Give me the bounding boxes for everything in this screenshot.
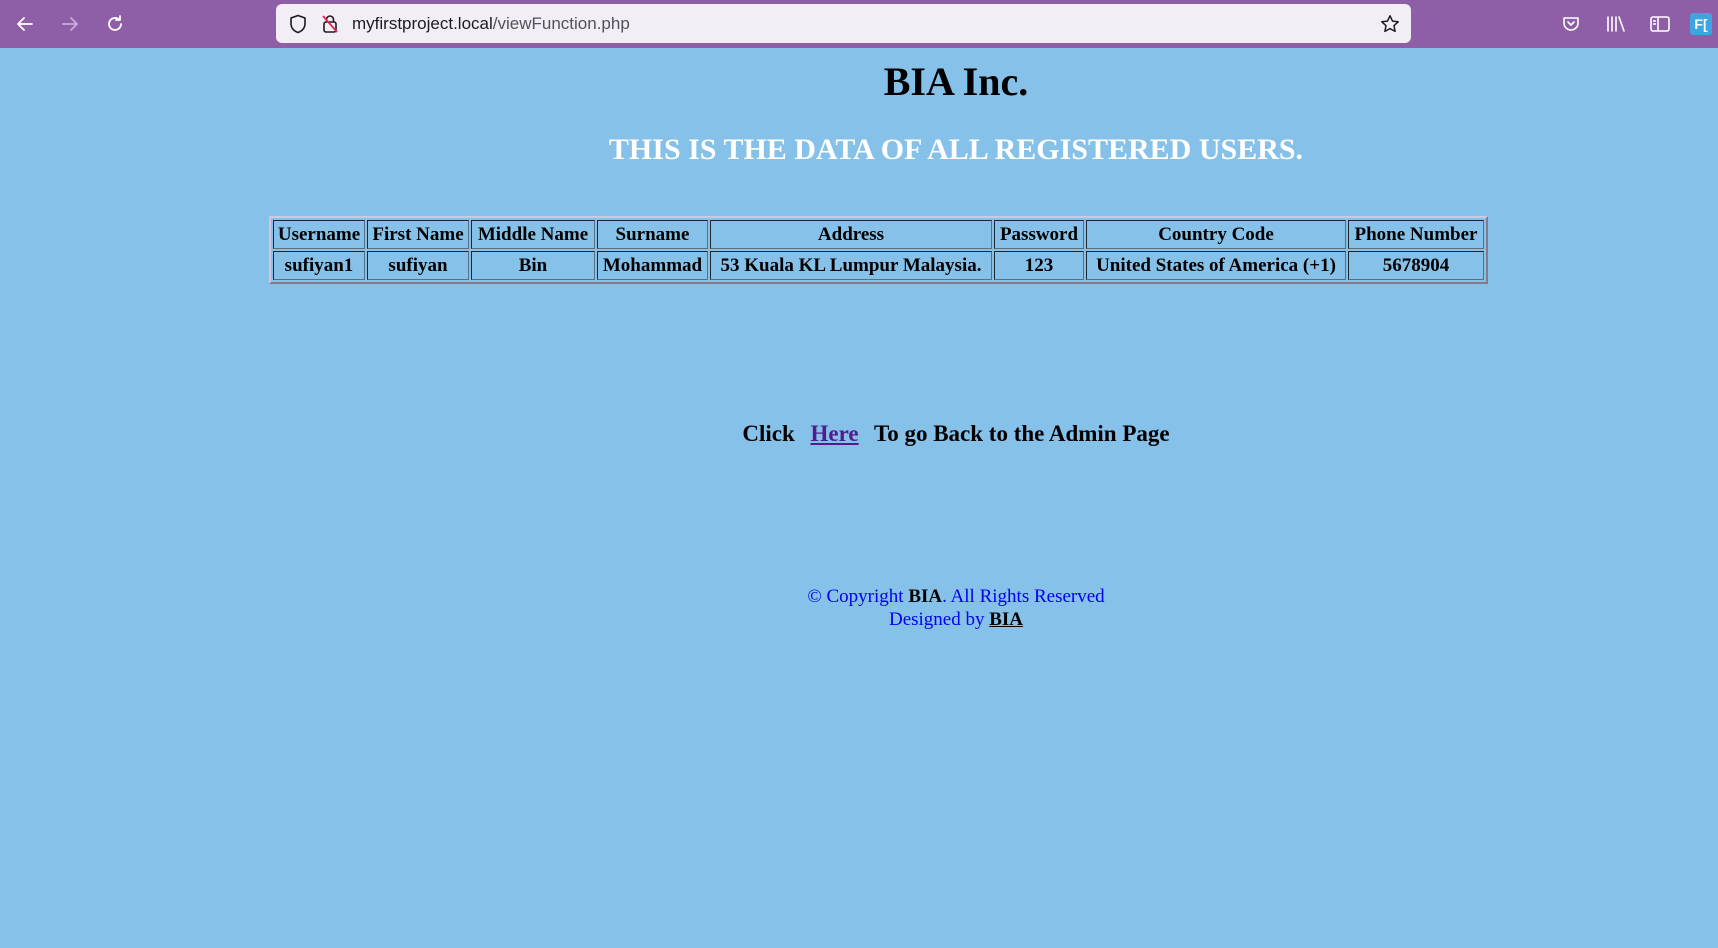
library-button[interactable] (1600, 8, 1632, 40)
page-subtitle: THIS IS THE DATA OF ALL REGISTERED USERS… (608, 133, 1304, 166)
url-text[interactable]: myfirstproject.local/viewFunction.php (352, 4, 630, 43)
back-to-admin-link[interactable]: Here (811, 421, 859, 446)
copyright-suffix: . All Rights Reserved (942, 586, 1105, 607)
cell-address: 53 Kuala KL Lumpur Malaysia. (710, 251, 992, 280)
url-path: /viewFunction.php (492, 14, 630, 33)
col-address-header: Address (710, 220, 992, 249)
url-host: myfirstproject.local (352, 14, 493, 33)
sidebar-button[interactable] (1644, 8, 1676, 40)
sidebar-icon (1650, 16, 1670, 32)
footer: © Copyright BIA. All Rights Reserved Des… (0, 585, 1718, 631)
page-title: BIA Inc. (883, 59, 1029, 104)
library-icon (1607, 16, 1625, 32)
back-button[interactable] (9, 8, 41, 40)
col-middle-name-header: Middle Name (471, 220, 595, 249)
cell-username: sufiyan1 (273, 251, 365, 280)
table-header-row: Username First Name Middle Name Surname … (273, 220, 1484, 249)
cell-password: 123 (994, 251, 1084, 280)
extension-button[interactable]: F[ (1686, 8, 1716, 40)
col-password-header: Password (994, 220, 1084, 249)
designer-link[interactable]: BIA (989, 609, 1023, 630)
col-surname-header: Surname (597, 220, 708, 249)
col-username-header: Username (273, 220, 365, 249)
pocket-button[interactable] (1555, 8, 1587, 40)
cell-surname: Mohammad (597, 251, 708, 280)
url-bar[interactable]: myfirstproject.local/viewFunction.php (276, 4, 1411, 43)
browser-toolbar: myfirstproject.local/viewFunction.php F[ (0, 0, 1718, 48)
copyright-line: © Copyright BIA. All Rights Reserved (0, 585, 1718, 608)
reload-icon (108, 15, 122, 31)
copyright-brand: BIA (908, 586, 943, 607)
col-phone-number-header: Phone Number (1348, 220, 1484, 249)
designed-prefix: Designed by (888, 609, 990, 630)
cell-phone-number: 5678904 (1348, 251, 1484, 280)
back-prefix: Click (742, 421, 795, 446)
bookmark-star-icon[interactable] (1375, 4, 1405, 43)
shield-icon[interactable] (284, 4, 312, 43)
col-country-code-header: Country Code (1086, 220, 1346, 249)
forward-button[interactable] (54, 8, 86, 40)
designed-by-line: Designed by BIA (0, 608, 1718, 631)
cell-first-name: sufiyan (367, 251, 469, 280)
copyright-prefix: © Copyright (807, 586, 909, 607)
reload-button[interactable] (99, 8, 131, 40)
cell-country-code: United States of America (+1) (1086, 251, 1346, 280)
users-table: Username First Name Middle Name Surname … (269, 216, 1488, 284)
col-first-name-header: First Name (367, 220, 469, 249)
arrow-right-icon (62, 17, 78, 31)
extension-icon: F[ (1690, 13, 1712, 35)
table-row: sufiyan1 sufiyan Bin Mohammad 53 Kuala K… (273, 251, 1484, 280)
pocket-icon (1563, 17, 1579, 31)
insecure-lock-icon[interactable] (316, 4, 344, 43)
cell-middle-name: Bin (471, 251, 595, 280)
back-suffix: To go Back to the Admin Page (873, 421, 1170, 446)
arrow-left-icon (17, 17, 33, 31)
back-to-admin-line: Click Here To go Back to the Admin Page (0, 418, 1718, 450)
